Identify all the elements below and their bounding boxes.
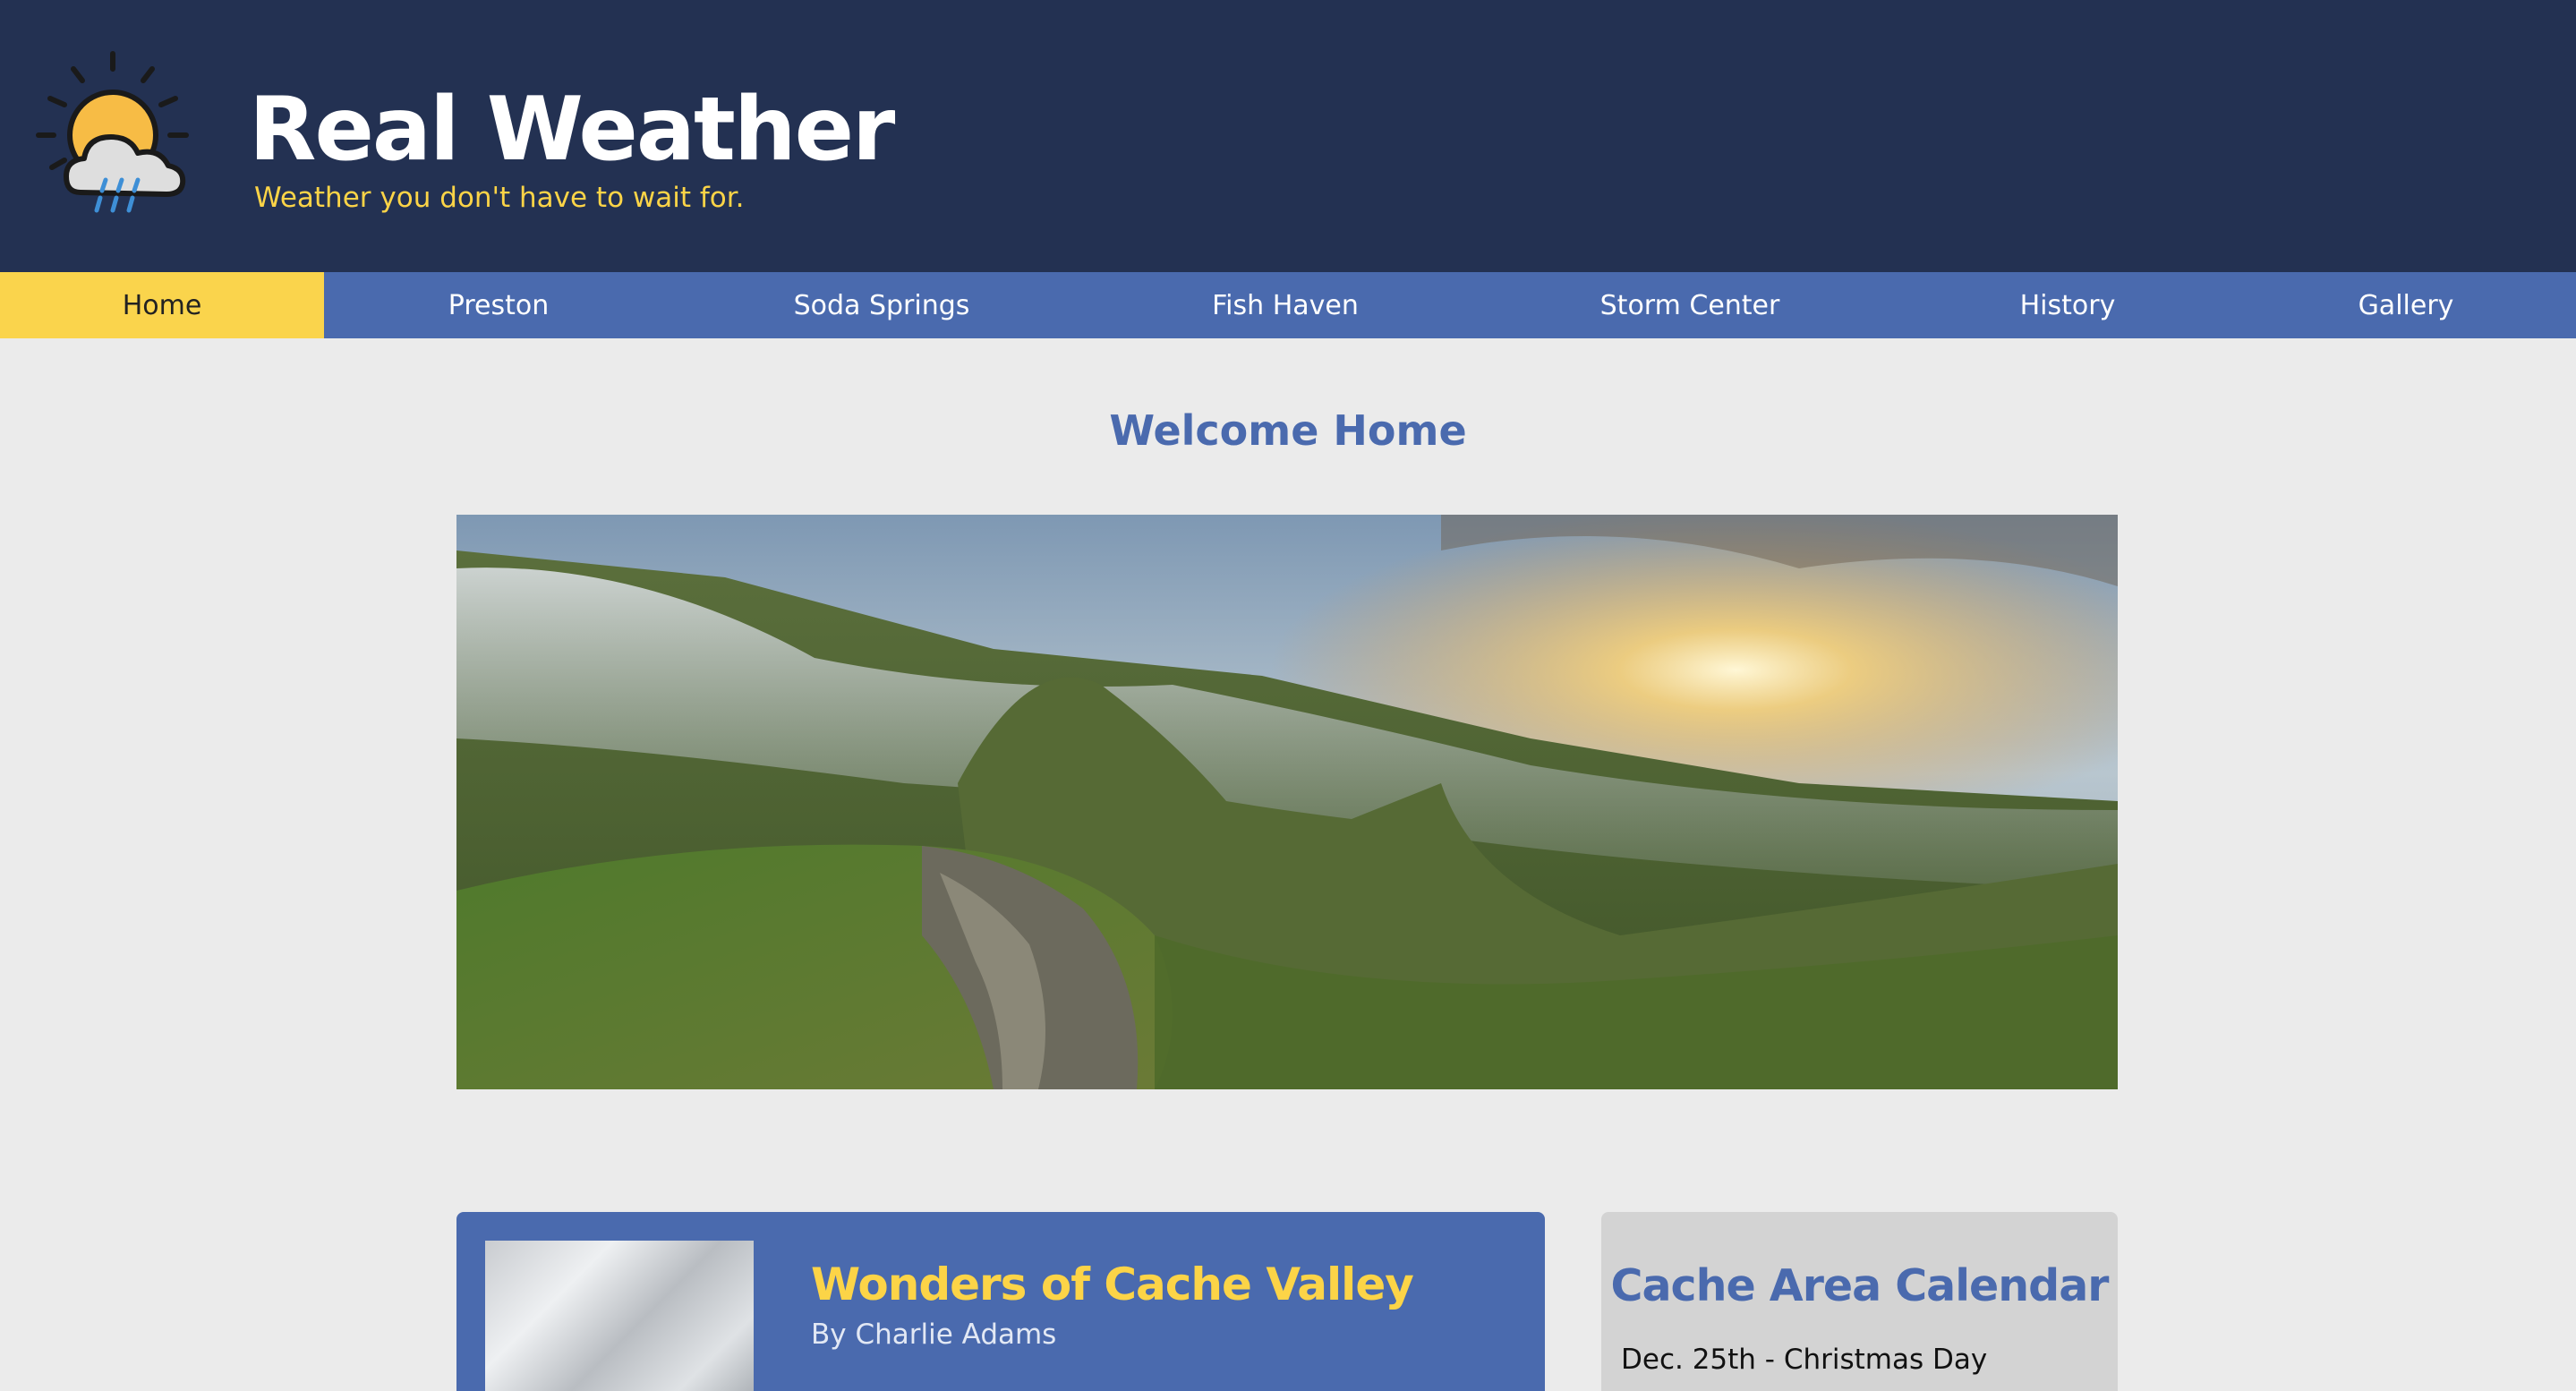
page-title: Welcome Home	[1109, 406, 1467, 455]
nav-item-history[interactable]: History	[1899, 272, 2236, 338]
article-card[interactable]: Wonders of Cache Valley By Charlie Adams	[456, 1212, 1545, 1391]
site-title: Real Weather	[249, 79, 895, 181]
sun-cloud-rain-icon[interactable]	[34, 49, 195, 219]
nav-item-soda-springs[interactable]: Soda Springs	[673, 272, 1090, 338]
site-tagline: Weather you don't have to wait for.	[254, 182, 745, 214]
article-thumbnail[interactable]	[485, 1241, 754, 1391]
main-nav: Home Preston Soda Springs Fish Haven Sto…	[0, 272, 2576, 338]
site-header: Real Weather Weather you don't have to w…	[0, 0, 2576, 272]
nav-item-gallery[interactable]: Gallery	[2236, 272, 2576, 338]
calendar-card: Cache Area Calendar Dec. 25th - Christma…	[1601, 1212, 2118, 1391]
article-byline: By Charlie Adams	[811, 1318, 1057, 1351]
nav-item-preston[interactable]: Preston	[324, 272, 673, 338]
hero-image	[456, 515, 2118, 1089]
calendar-title: Cache Area Calendar	[1610, 1260, 2110, 1311]
nav-item-fish-haven[interactable]: Fish Haven	[1090, 272, 1480, 338]
nav-item-home[interactable]: Home	[0, 272, 324, 338]
nav-item-storm-center[interactable]: Storm Center	[1480, 272, 1899, 338]
calendar-item: Dec. 25th - Christmas Day	[1621, 1344, 1988, 1376]
article-title[interactable]: Wonders of Cache Valley	[811, 1262, 1414, 1307]
